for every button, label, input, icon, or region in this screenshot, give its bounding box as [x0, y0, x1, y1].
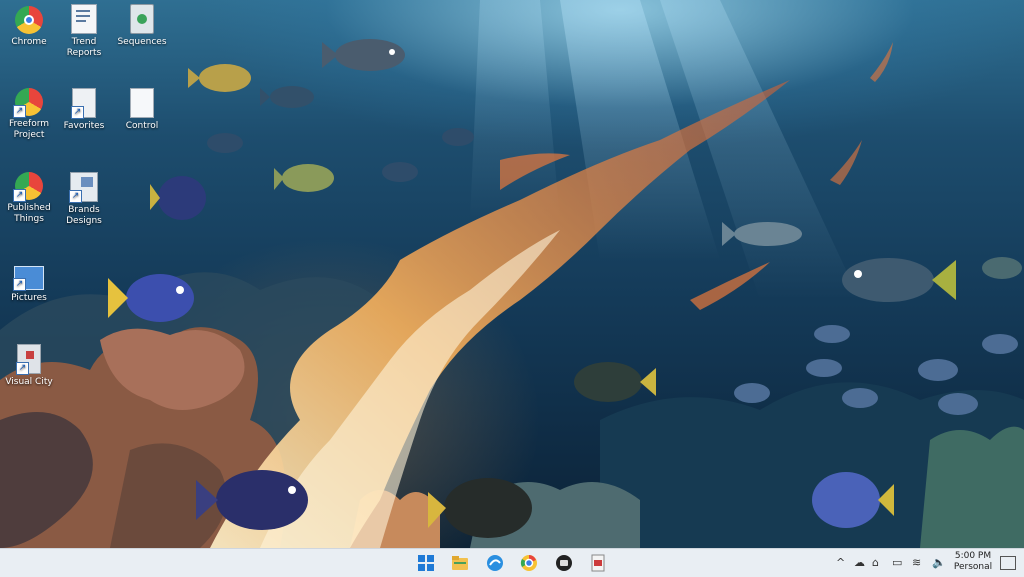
- desktop-icon-visual-city[interactable]: ↗ Visual City: [1, 344, 57, 388]
- desktop-icon-published-things[interactable]: ↗ Published Things: [1, 172, 57, 225]
- chrome-icon: [15, 6, 43, 34]
- clock-time: 5:00 PM: [954, 551, 992, 561]
- show-hidden-icons-chevron[interactable]: ^: [836, 556, 845, 570]
- desktop-icon-chrome[interactable]: Chrome: [1, 6, 57, 48]
- desktop-icon-freeform-project[interactable]: ↗ Freeform Project: [1, 88, 57, 141]
- start-button[interactable]: [416, 553, 436, 573]
- battery-icon[interactable]: ▭: [892, 556, 902, 570]
- desktop-icon-label: Sequences: [117, 37, 167, 47]
- desktop-icon-label: Brands Designs: [66, 205, 102, 226]
- recycle-bin-icon: [130, 4, 154, 34]
- desktop-icon-pictures[interactable]: ↗ Pictures: [1, 266, 57, 304]
- folder-icon: [452, 556, 468, 570]
- blank-document-icon: [130, 88, 154, 118]
- desktop[interactable]: Chrome Trend Reports Sequences ↗ Freefor…: [0, 0, 1024, 548]
- circle-app-icon: [556, 555, 572, 571]
- edge-icon: [487, 555, 503, 571]
- desktop-icon-label: Visual City: [5, 377, 53, 387]
- document-icon: [71, 4, 97, 34]
- document-app-icon: [591, 554, 605, 572]
- chrome-shortcut-icon: ↗: [13, 172, 43, 202]
- cloud-icon[interactable]: ☁: [854, 556, 865, 570]
- desktop-icon-control[interactable]: Control: [114, 88, 170, 132]
- clock-date: Personal: [953, 562, 993, 572]
- edge-taskbar[interactable]: [485, 553, 505, 573]
- desktop-icon-trend-reports[interactable]: Trend Reports: [56, 4, 112, 59]
- network-icon[interactable]: ⌂: [872, 556, 879, 570]
- shortcut-arrow-icon: ↗: [69, 190, 82, 203]
- app-taskbar-doc[interactable]: [588, 553, 608, 573]
- taskbar: ^ ☁ ⌂ ▭ ≋ 🔈 5:00 PM Personal: [0, 548, 1024, 577]
- desktop-icon-label: Pictures: [11, 293, 47, 303]
- desktop-icon-label: Chrome: [11, 37, 47, 47]
- shortcut-arrow-icon: ↗: [16, 362, 29, 375]
- app-taskbar-dark[interactable]: [554, 553, 574, 573]
- desktop-icon-label: Freeform Project: [8, 119, 50, 140]
- wifi-icon[interactable]: ≋: [912, 556, 921, 570]
- chrome-shortcut-icon: ↗: [13, 88, 43, 118]
- document-shortcut-icon: ↗: [71, 88, 96, 119]
- shortcut-arrow-icon: ↗: [71, 106, 84, 119]
- desktop-icon-favorites[interactable]: ↗ Favorites: [56, 88, 112, 132]
- shortcut-arrow-icon: ↗: [13, 105, 26, 118]
- file-shortcut-icon: ↗: [16, 344, 41, 375]
- desktop-icon-label: Trend Reports: [66, 37, 102, 58]
- file-explorer-taskbar[interactable]: [450, 553, 470, 573]
- wallpaper: [0, 0, 1024, 548]
- shortcut-arrow-icon: ↗: [13, 189, 26, 202]
- desktop-icon-label: Favorites: [63, 121, 105, 131]
- volume-icon[interactable]: 🔈: [932, 556, 946, 570]
- chrome-icon: [520, 555, 537, 571]
- chrome-taskbar[interactable]: [519, 553, 539, 573]
- desktop-icon-label: Published Things: [7, 203, 51, 224]
- folder-shortcut-icon: ↗: [69, 172, 98, 203]
- notification-icon[interactable]: [1000, 556, 1016, 570]
- shortcut-arrow-icon: ↗: [13, 278, 26, 291]
- desktop-icon-label: Control: [125, 121, 159, 131]
- desktop-icon-brands-designs[interactable]: ↗ Brands Designs: [56, 172, 112, 227]
- picture-shortcut-icon: ↗: [13, 266, 44, 291]
- desktop-icon-sequences[interactable]: Sequences: [114, 4, 170, 48]
- system-clock[interactable]: 5:00 PM Personal: [948, 551, 998, 573]
- windows-icon: [418, 555, 434, 571]
